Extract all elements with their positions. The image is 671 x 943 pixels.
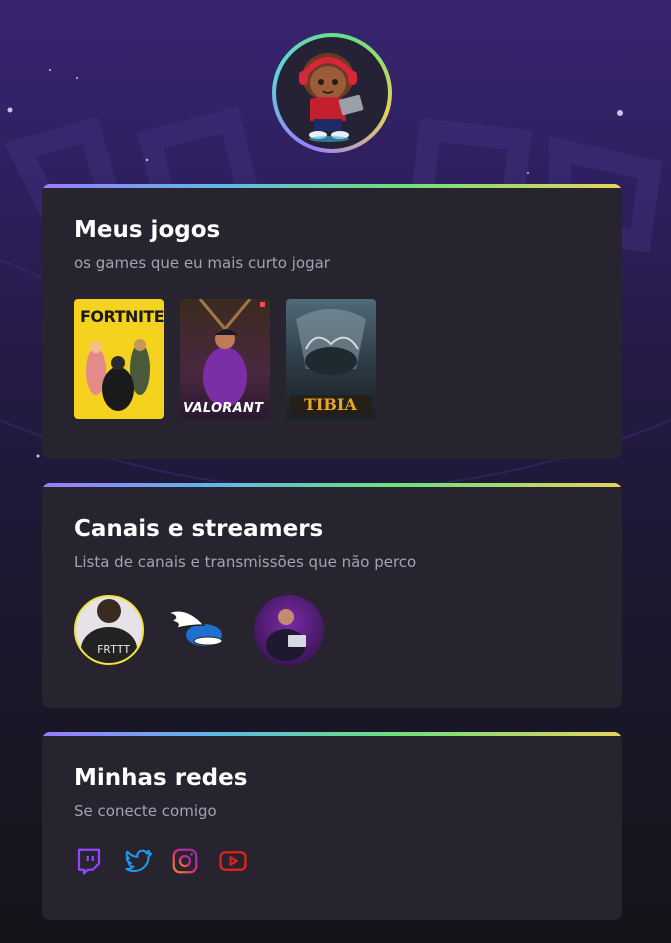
games-list: FORTNITE VALORANT TIBIA bbox=[74, 299, 376, 419]
streamer-avatar-2[interactable] bbox=[164, 595, 234, 665]
socials-card-subtitle: Se conecte comigo bbox=[74, 802, 217, 820]
games-card-title: Meus jogos bbox=[74, 217, 221, 243]
streamers-card: Canais e streamers Lista de canais e tra… bbox=[42, 483, 622, 708]
streamers-list: FRTTT bbox=[74, 595, 324, 665]
youtube-icon[interactable] bbox=[218, 846, 248, 876]
game-valorant[interactable]: VALORANT bbox=[180, 299, 270, 419]
streamer-avatar-1[interactable]: FRTTT bbox=[74, 595, 144, 665]
twitch-icon[interactable] bbox=[74, 846, 104, 876]
socials-card: Minhas redes Se conecte comigo bbox=[42, 732, 622, 920]
games-card: Meus jogos os games que eu mais curto jo… bbox=[42, 184, 622, 459]
streamers-card-subtitle: Lista de canais e transmissões que não p… bbox=[74, 553, 417, 571]
socials-card-title: Minhas redes bbox=[74, 765, 248, 791]
instagram-icon[interactable] bbox=[170, 846, 200, 876]
winged-shoe-logo bbox=[165, 610, 223, 646]
profile-avatar[interactable] bbox=[272, 33, 392, 153]
twitter-icon[interactable] bbox=[122, 846, 152, 876]
streamer-avatar-3[interactable] bbox=[254, 595, 324, 665]
avatar-illustration bbox=[299, 53, 364, 142]
game-fortnite[interactable]: FORTNITE bbox=[74, 299, 164, 419]
fortnite-art bbox=[86, 339, 150, 411]
socials-list bbox=[74, 846, 248, 876]
streamers-card-title: Canais e streamers bbox=[74, 516, 324, 542]
game-tibia[interactable]: TIBIA bbox=[286, 299, 376, 419]
streamer-3-photo bbox=[266, 609, 306, 661]
games-card-subtitle: os games que eu mais curto jogar bbox=[74, 254, 330, 272]
